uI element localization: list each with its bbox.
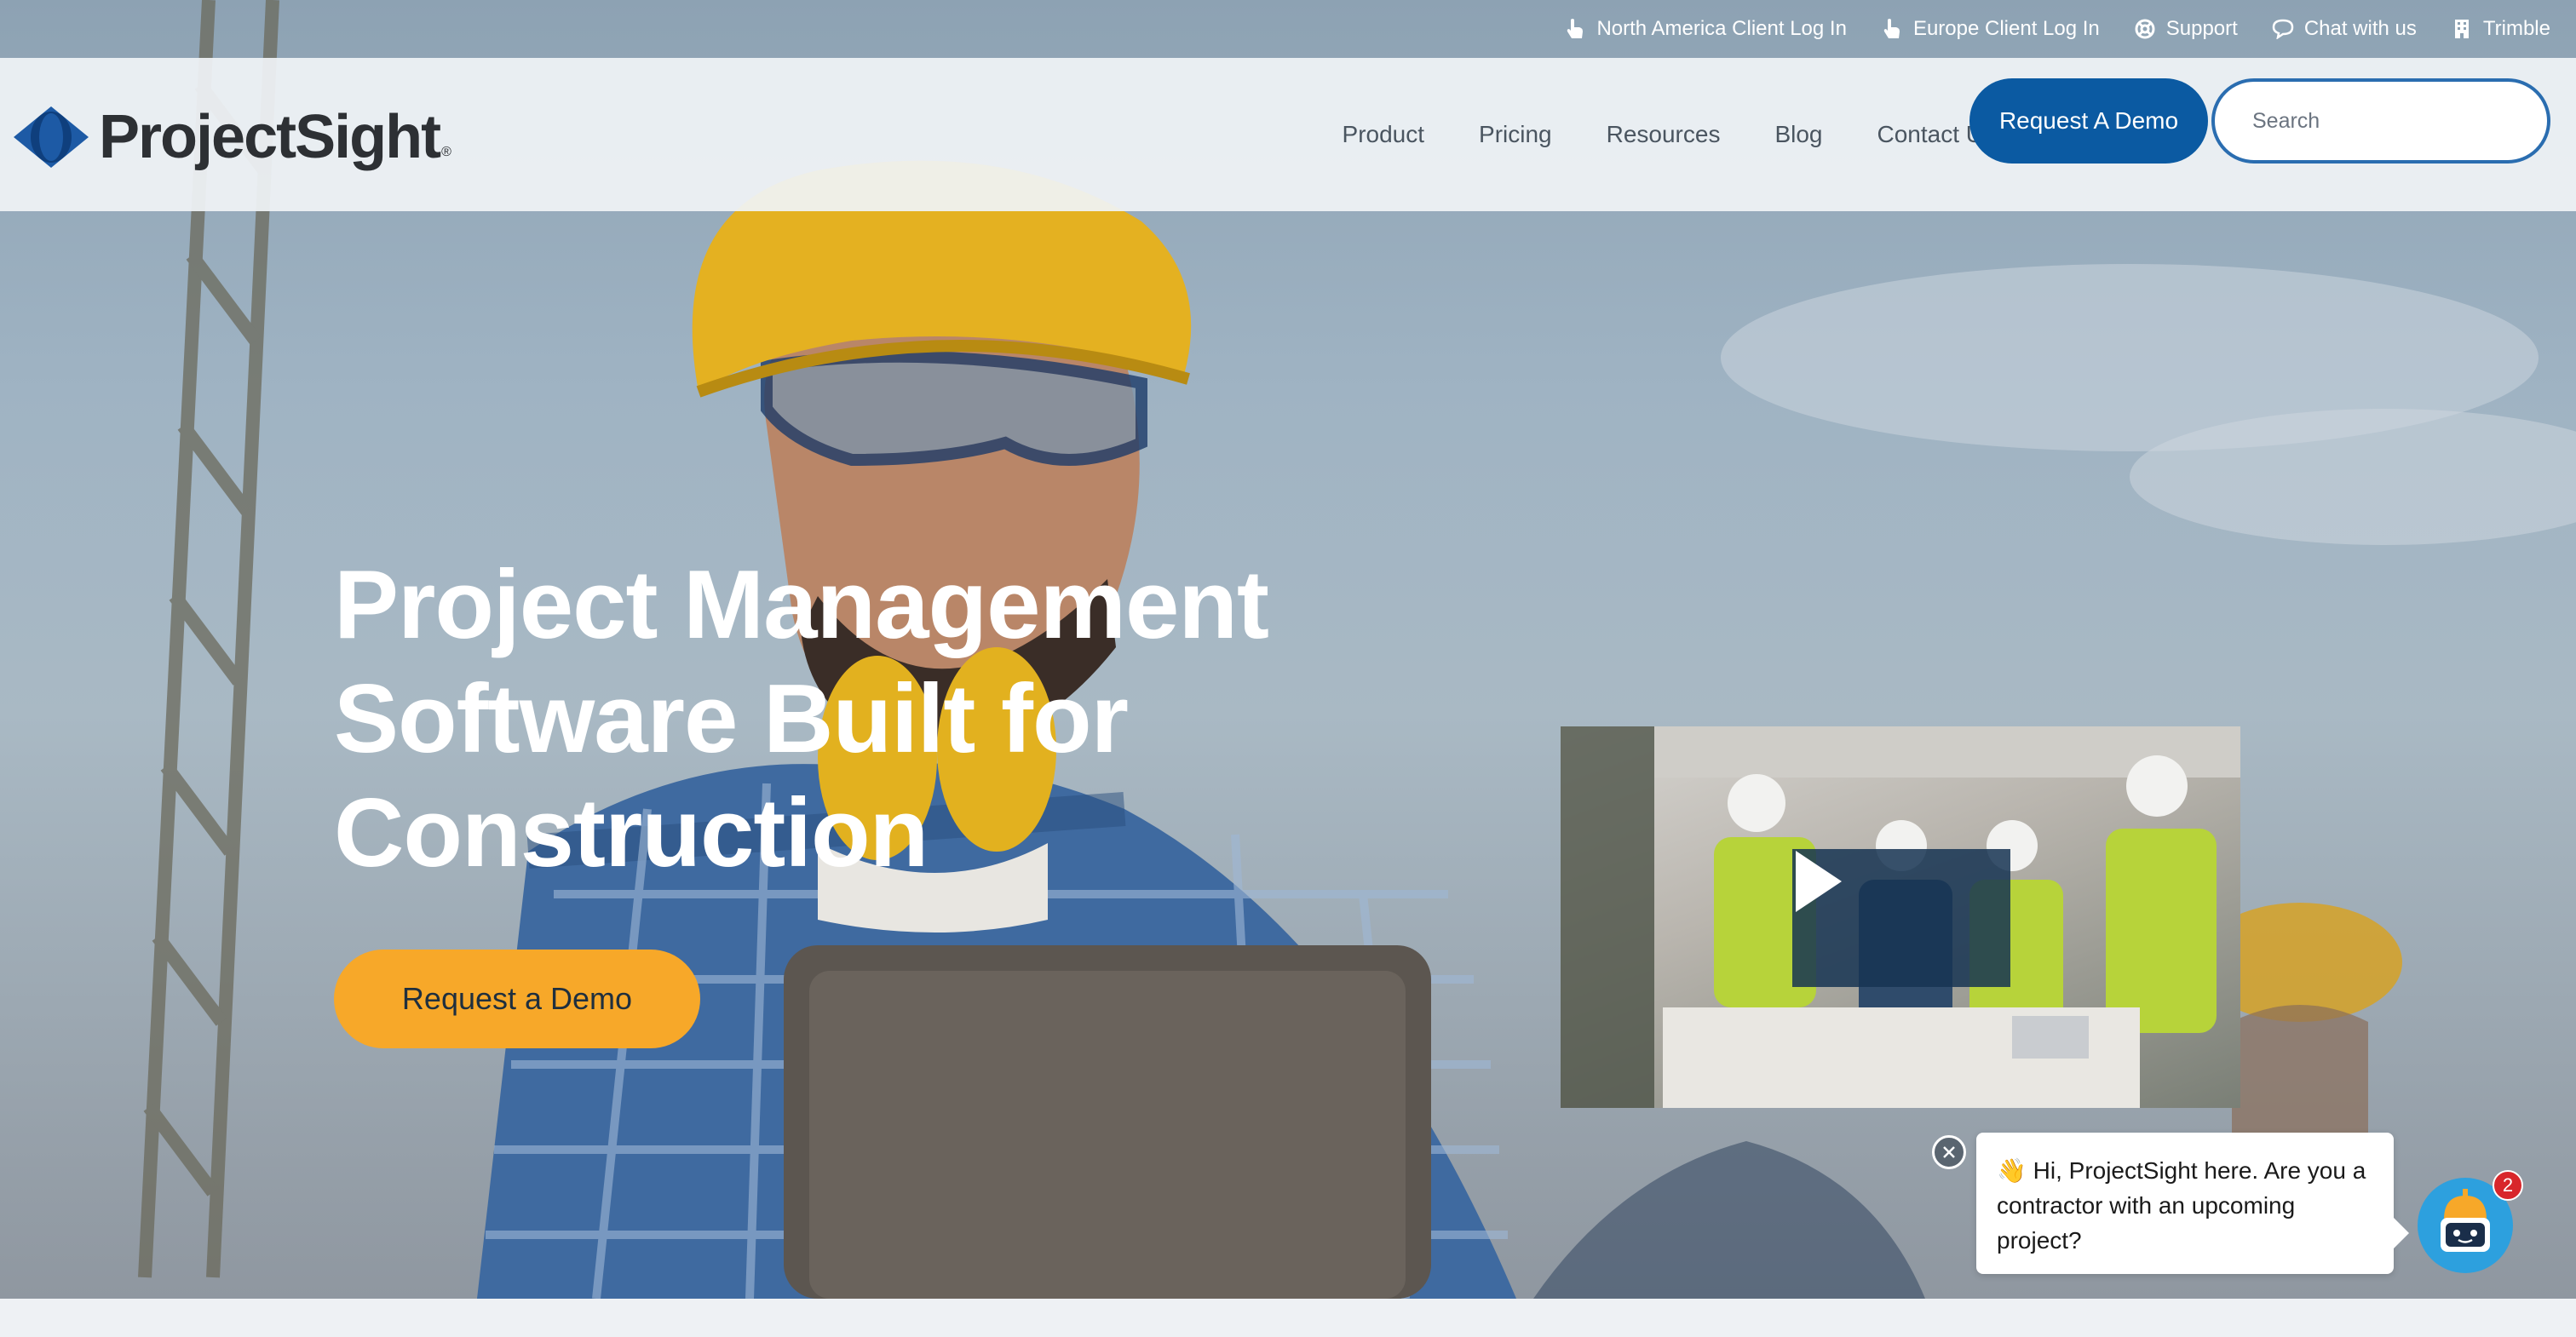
life-ring-icon [2134, 18, 2156, 40]
hero-title: Project Management Software Built for Co… [334, 548, 1356, 891]
search-input[interactable] [2252, 108, 2527, 134]
nav-product[interactable]: Product [1343, 121, 1425, 148]
video-thumbnail[interactable] [1561, 726, 2240, 1108]
play-button[interactable] [1792, 849, 2010, 987]
chat-message-bubble[interactable]: 👋 Hi, ProjectSight here. Are you a contr… [1976, 1133, 2409, 1274]
hero-title-line-3: Construction [334, 779, 929, 887]
logo-text: ProjectSight [99, 103, 441, 171]
logo-registered-mark: ® [441, 145, 451, 159]
trimble-label: Trimble [2482, 17, 2550, 40]
close-icon [1943, 1146, 1955, 1158]
chat-message-text: 👋 Hi, ProjectSight here. Are you a contr… [1997, 1157, 2366, 1254]
chat-with-us-label: Chat with us [2303, 17, 2417, 40]
play-icon [1796, 851, 1842, 912]
hero-title-line-1: Project Management [334, 551, 1269, 659]
search-field [2211, 78, 2550, 164]
page-bottom-strip [0, 1299, 2576, 1337]
projectsight-logo-mark-icon [14, 106, 89, 168]
europe-login-label: Europe Client Log In [1912, 17, 2100, 40]
robot-icon [2441, 1189, 2490, 1252]
chat-with-us-link[interactable]: Chat with us [2272, 17, 2417, 41]
north-america-login-label: North America Client Log In [1596, 17, 1847, 40]
nav-pricing[interactable]: Pricing [1479, 121, 1552, 148]
request-demo-nav-button[interactable]: Request A Demo [1969, 78, 2208, 164]
nav-resources[interactable]: Resources [1607, 121, 1721, 148]
europe-login-link[interactable]: Europe Client Log In [1881, 17, 2100, 41]
pointer-hand-icon [1881, 18, 1903, 40]
hero-title-line-2: Software Built for [334, 665, 1129, 773]
main-navigation: ProjectSight ® Product Pricing Resources… [0, 58, 2576, 211]
request-demo-hero-button[interactable]: Request a Demo [334, 950, 700, 1048]
building-icon [2451, 18, 2473, 40]
projectsight-logo[interactable]: ProjectSight ® [12, 102, 451, 172]
support-label: Support [2165, 17, 2238, 40]
chat-notification-badge: 2 [2493, 1170, 2523, 1201]
trimble-link[interactable]: Trimble [2451, 17, 2550, 41]
north-america-login-link[interactable]: North America Client Log In [1564, 17, 1847, 41]
chat-bubble-icon [2272, 18, 2294, 40]
support-link[interactable]: Support [2134, 17, 2238, 41]
utility-bar: North America Client Log In Europe Clien… [0, 0, 2576, 58]
nav-blog[interactable]: Blog [1774, 121, 1822, 148]
primary-nav-items: Product Pricing Resources Blog Contact U… [1343, 58, 1995, 211]
pointer-hand-icon [1564, 18, 1586, 40]
chat-close-button[interactable] [1932, 1135, 1966, 1169]
